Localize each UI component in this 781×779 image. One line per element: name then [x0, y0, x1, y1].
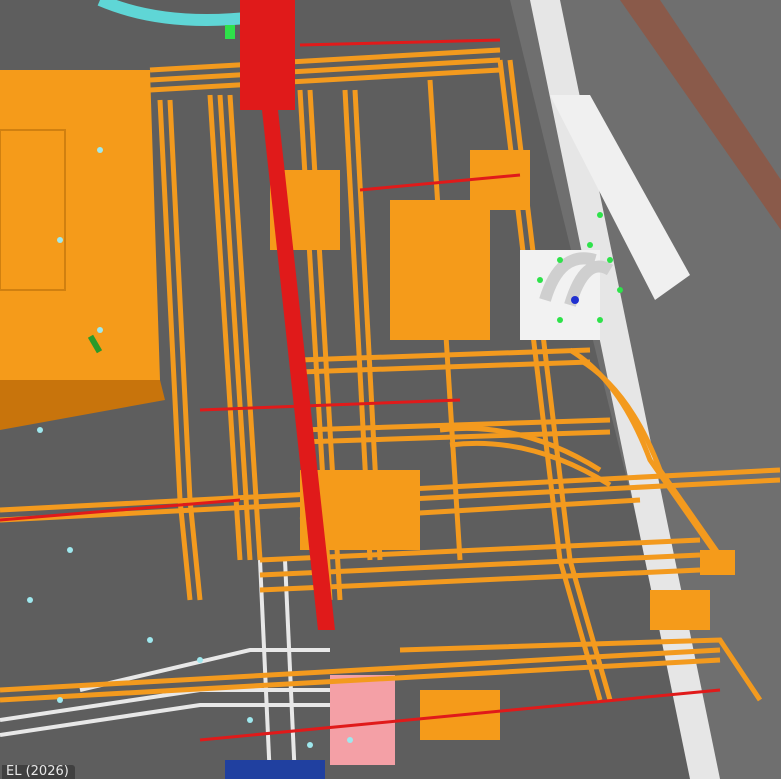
- blue-equipment: [225, 760, 325, 779]
- selected-duct-fitting[interactable]: [520, 250, 614, 340]
- pink-zone: [330, 675, 395, 765]
- equipment-block-left[interactable]: [0, 70, 160, 410]
- level-label: EL (2026): [2, 765, 75, 779]
- 3d-model-viewport[interactable]: EL (2026): [0, 0, 781, 779]
- bim-3d-scene[interactable]: [0, 0, 781, 779]
- marker-top: [225, 25, 235, 39]
